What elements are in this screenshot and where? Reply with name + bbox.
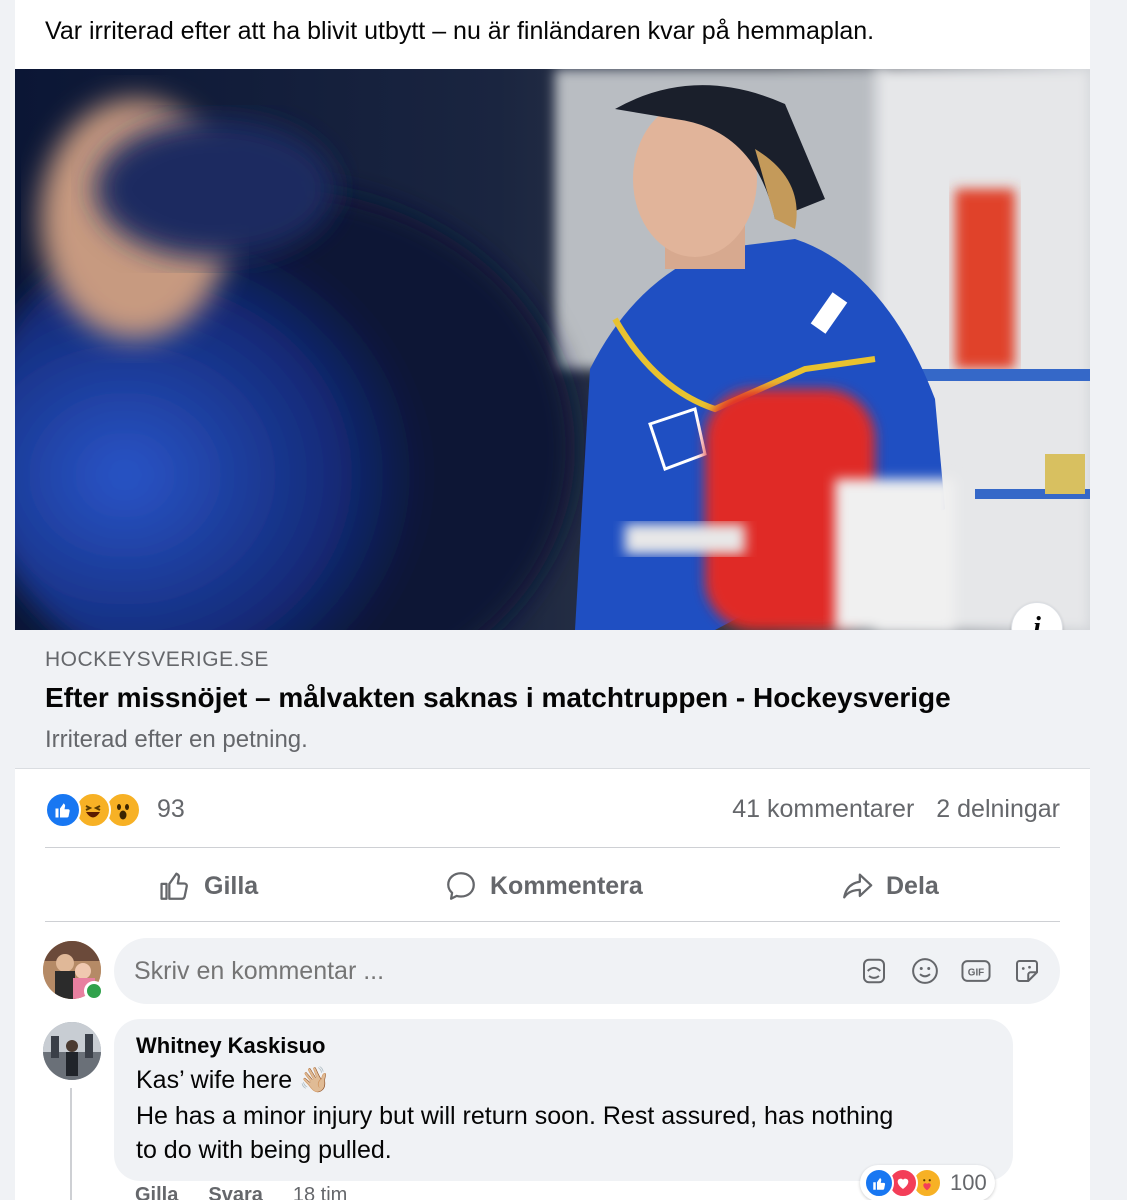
reply-thread-line bbox=[70, 1088, 72, 1200]
avatar-sticker-icon[interactable] bbox=[858, 955, 890, 987]
commenter-avatar[interactable] bbox=[43, 1022, 101, 1080]
comment-bubble-icon bbox=[447, 872, 475, 900]
comment-actions: Gilla Svara 18 tim bbox=[135, 1184, 377, 1200]
comment-input[interactable] bbox=[134, 938, 834, 1004]
like-label: Gilla bbox=[204, 871, 259, 900]
post-card: Var irriterad efter att ha blivit utbytt… bbox=[15, 0, 1090, 1200]
reaction-count[interactable]: 93 bbox=[157, 795, 185, 824]
comment-button[interactable]: Kommentera bbox=[444, 860, 643, 912]
share-arrow-icon bbox=[843, 873, 873, 899]
like-reaction-icon bbox=[45, 792, 81, 828]
post-text: Var irriterad efter att ha blivit utbytt… bbox=[45, 17, 875, 45]
link-preview-image[interactable] bbox=[15, 69, 1090, 630]
thumbs-up-icon bbox=[160, 872, 188, 900]
divider bbox=[45, 921, 1060, 922]
hockey-player-photo bbox=[15, 69, 1090, 630]
comment-bubble: Whitney Kaskisuo Kas’ wife here 👋🏼 He ha… bbox=[114, 1019, 1013, 1181]
divider bbox=[45, 847, 1060, 848]
link-description: Irriterad efter en petning. bbox=[45, 726, 308, 753]
share-label: Dela bbox=[886, 871, 939, 900]
like-reaction-icon bbox=[864, 1168, 894, 1198]
comment-reaction-count: 100 bbox=[950, 1170, 987, 1195]
comment-like-link[interactable]: Gilla bbox=[135, 1184, 178, 1200]
comment-timestamp[interactable]: 18 tim bbox=[293, 1184, 347, 1200]
comment-composer[interactable]: GIF bbox=[114, 938, 1060, 1004]
share-count[interactable]: 2 delningar bbox=[936, 795, 1060, 823]
link-domain: HOCKEYSVERIGE.SE bbox=[45, 648, 269, 671]
sticker-icon[interactable] bbox=[1011, 955, 1043, 987]
comment-reactions[interactable]: 100 bbox=[860, 1165, 995, 1200]
comment-count[interactable]: 41 kommentarer bbox=[732, 795, 914, 823]
gif-icon[interactable]: GIF bbox=[960, 955, 992, 987]
emoji-icon[interactable] bbox=[909, 955, 941, 987]
comment-text-line-2: He has a minor injury but will return so… bbox=[136, 1102, 894, 1130]
link-title[interactable]: Efter missnöjet – målvakten saknas i mat… bbox=[45, 682, 951, 714]
svg-text:GIF: GIF bbox=[968, 967, 984, 978]
link-preview-meta[interactable]: HOCKEYSVERIGE.SE Efter missnöjet – målva… bbox=[15, 630, 1090, 769]
like-button[interactable]: Gilla bbox=[158, 860, 258, 912]
share-button[interactable]: Dela bbox=[840, 860, 939, 912]
comment-reply-link[interactable]: Svara bbox=[208, 1184, 263, 1200]
post-stats: 93 41 kommentarer 2 delningar bbox=[45, 788, 1060, 832]
comment-text-line-1: Kas’ wife here 👋🏼 bbox=[136, 1066, 331, 1094]
online-status-indicator bbox=[84, 981, 104, 1001]
post-counts: 41 kommentarer 2 delningar bbox=[732, 795, 1060, 824]
comment-author[interactable]: Whitney Kaskisuo bbox=[136, 1033, 325, 1059]
reaction-icons[interactable] bbox=[45, 792, 155, 828]
comment-label: Kommentera bbox=[490, 871, 643, 900]
comment-text-line-3: to do with being pulled. bbox=[136, 1136, 392, 1164]
